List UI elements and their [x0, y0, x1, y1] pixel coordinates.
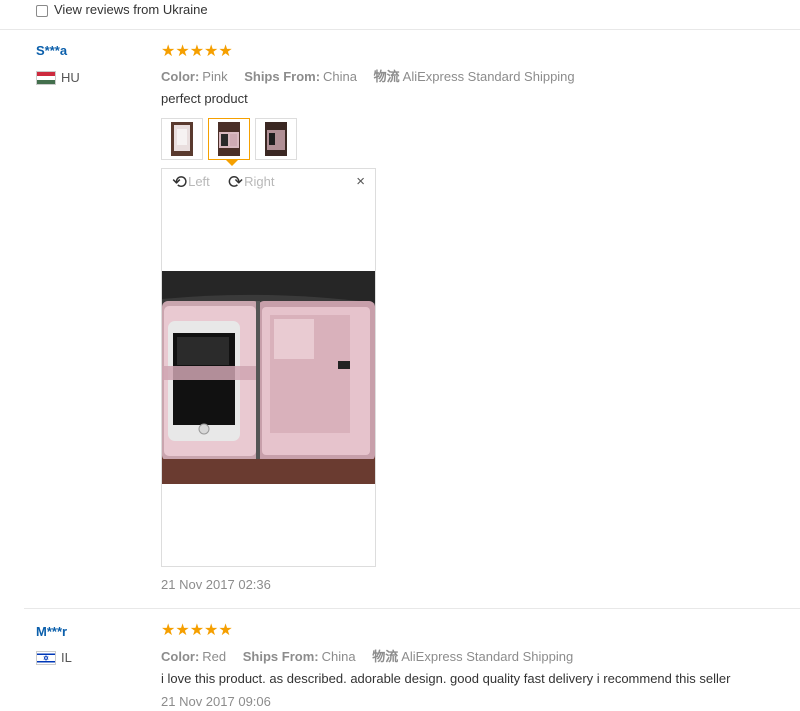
reviewer-name[interactable]: S***a — [36, 43, 67, 58]
star-rating: ★★★★★ — [161, 43, 233, 60]
review-attributes: Color: Pink Ships From: China 物流 AliExpress… — [161, 66, 588, 85]
review-attributes: Color: Red Ships From: China 物流 AliExpress … — [161, 646, 586, 665]
star-rating: ★★★★★ — [161, 622, 233, 639]
rotate-right-label: Right — [244, 174, 275, 189]
thumbnail-image — [265, 122, 287, 156]
logistics-value: AliExpress Standard Shipping — [401, 649, 574, 664]
logistics-label: 物流 — [373, 69, 400, 84]
ships-from-label: Ships From: — [242, 649, 319, 664]
review-photo-thumbnail-active[interactable] — [208, 118, 250, 160]
logistics-label: 物流 — [372, 649, 399, 664]
country-filter: View reviews from Ukraine — [0, 0, 800, 30]
close-icon[interactable]: × — [356, 173, 365, 190]
photo-viewer: ⟲Left ⟳Right × — [161, 168, 376, 567]
reviewer-country: HU — [61, 70, 80, 85]
color-attr-label: Color: — [161, 69, 200, 84]
review-date: 21 Nov 2017 09:06 — [161, 694, 271, 709]
color-attr-value: Red — [202, 649, 227, 664]
color-attr-label: Color: — [161, 649, 200, 664]
review-text: perfect product — [161, 91, 248, 106]
ukraine-filter-checkbox[interactable] — [36, 5, 48, 17]
israel-flag-graphic — [37, 652, 55, 664]
logistics-value: AliExpress Standard Shipping — [402, 69, 575, 84]
review-text: i love this product. as described. adora… — [161, 671, 731, 686]
rotate-left-button[interactable]: ⟲Left — [172, 172, 210, 193]
wallet-phone-photo — [162, 271, 375, 484]
thumbnail-image — [218, 122, 240, 156]
ships-from-value: China — [321, 649, 356, 664]
color-attr-value: Pink — [202, 69, 228, 84]
hungary-flag-icon — [36, 71, 56, 85]
thumbnail-image — [171, 122, 193, 156]
review-photo-thumbnail[interactable] — [161, 118, 203, 160]
ships-from-value: China — [323, 69, 358, 84]
rotate-right-icon: ⟳ — [228, 172, 244, 192]
review-photo-thumbnail[interactable] — [255, 118, 297, 160]
rotate-right-button[interactable]: ⟳Right — [228, 172, 274, 193]
review-item: S***a HU ★★★★★ Color: Pink Ships From: Chi… — [24, 31, 800, 609]
review-date: 21 Nov 2017 02:36 — [161, 577, 271, 592]
ships-from-label: Ships From: — [244, 69, 321, 84]
ukraine-filter-label[interactable]: View reviews from Ukraine — [54, 2, 208, 17]
review-photo-large — [162, 271, 375, 484]
rotate-left-label: Left — [188, 174, 210, 189]
reviewer-country: IL — [61, 650, 72, 665]
active-thumbnail-pointer — [225, 159, 239, 166]
israel-flag-icon — [36, 651, 56, 665]
reviewer-name[interactable]: M***r — [36, 624, 67, 639]
rotate-left-icon: ⟲ — [172, 172, 188, 192]
review-item: M***r IL ★★★★★ Color: Red Ships From: Chin… — [24, 610, 800, 711]
